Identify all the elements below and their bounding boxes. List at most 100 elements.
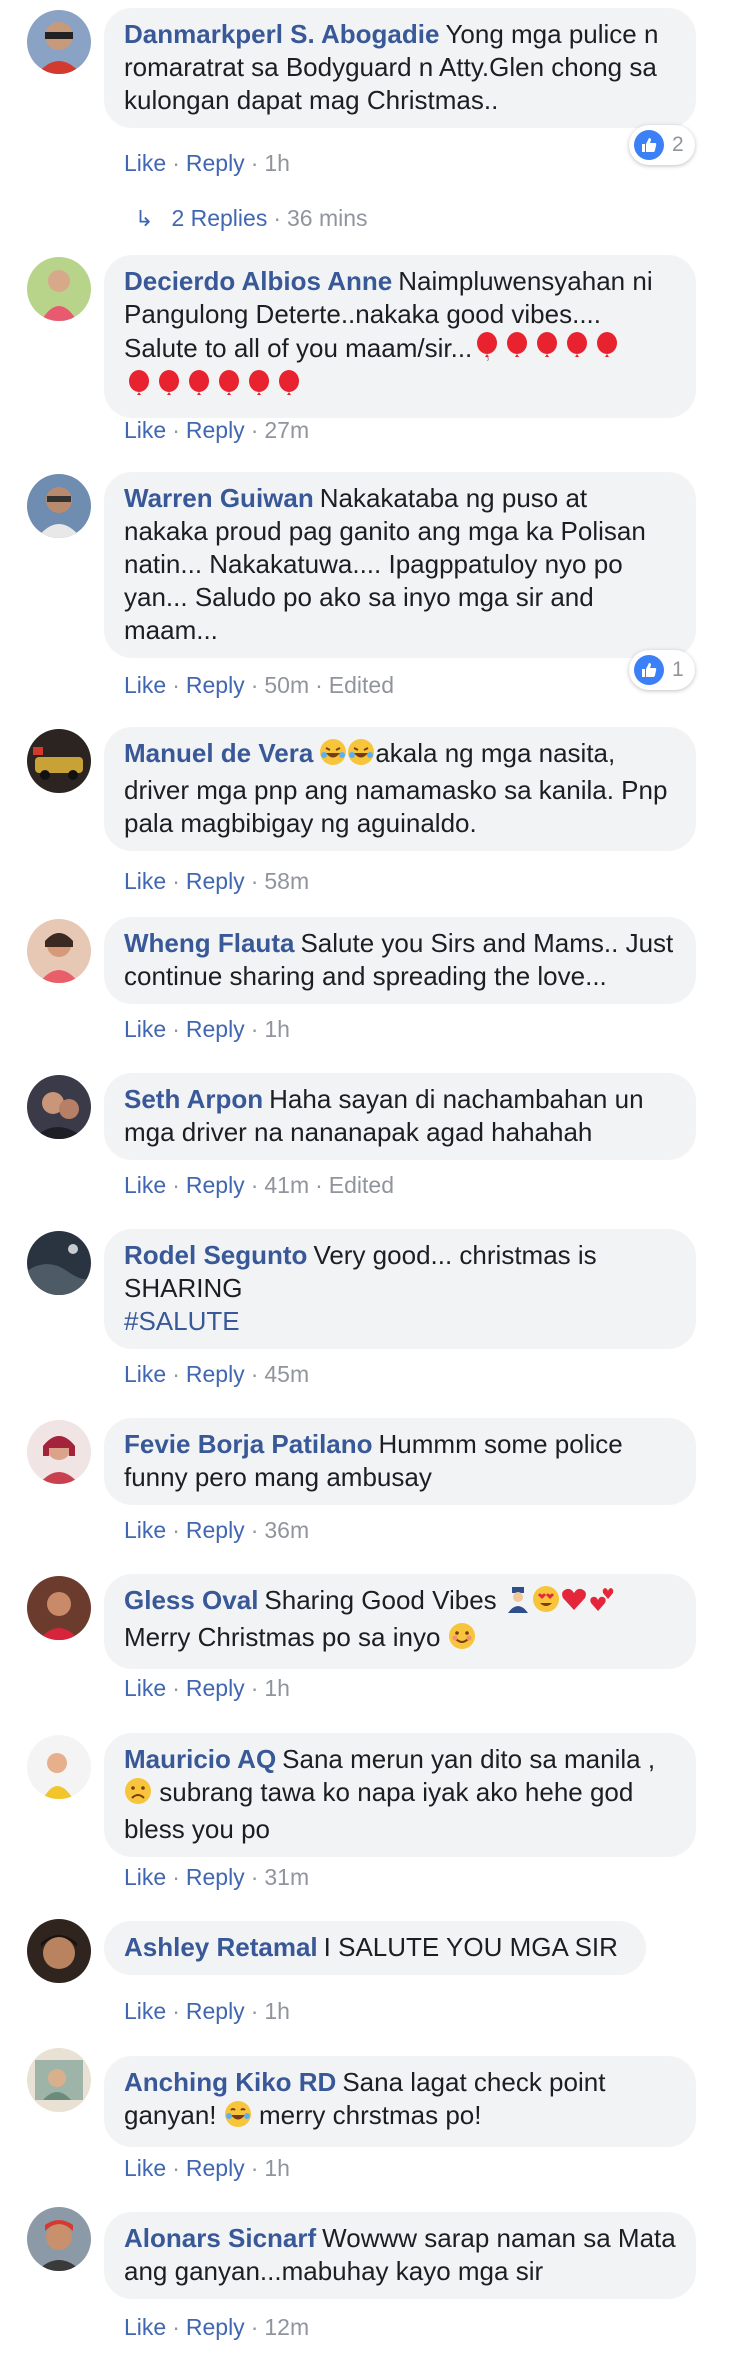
comment-bubble: Seth Arpon Haha sayan di nachambahan un m… (104, 1073, 696, 1160)
laughing-emoji-icon (347, 738, 375, 774)
comment-time[interactable]: 1h (264, 150, 290, 176)
comment-time[interactable]: 45m (264, 1361, 309, 1387)
balloon-icon (532, 331, 562, 369)
comment-author[interactable]: Alonars Sicnarf (124, 2223, 316, 2253)
comment-bubble: Anching Kiko RD Sana lagat check point ga… (104, 2056, 696, 2147)
avatar[interactable] (27, 1919, 91, 1983)
like-link[interactable]: Like (124, 1864, 166, 1890)
balloon-icon (472, 331, 502, 369)
like-link[interactable]: Like (124, 672, 166, 698)
balloon-icon (154, 369, 184, 407)
comment-time[interactable]: 36m (264, 1517, 309, 1543)
heart-eyes-icon (532, 1585, 560, 1621)
comment-actions: Like · Reply · 45m (124, 1361, 310, 1387)
avatar[interactable] (27, 257, 91, 321)
like-link[interactable]: Like (124, 1675, 166, 1701)
comment-bubble: Warren Guiwan Nakakataba ng puso at nakak… (104, 472, 696, 658)
edited-label[interactable]: Edited (329, 672, 394, 698)
avatar[interactable] (27, 2207, 91, 2271)
like-link[interactable]: Like (124, 1016, 166, 1042)
comment-bubble: Wheng Flauta Salute you Sirs and Mams.. J… (104, 917, 696, 1004)
reply-link[interactable]: Reply (186, 1864, 245, 1890)
like-link[interactable]: Like (124, 1517, 166, 1543)
hashtag-link[interactable]: #SALUTE (124, 1305, 676, 1338)
avatar[interactable] (27, 2048, 91, 2112)
comment-bubble: Ashley Retamal I SALUTE YOU MGA SIR (104, 1921, 646, 1975)
reaction-count[interactable]: 1 (629, 650, 695, 690)
balloon-icon (124, 369, 154, 407)
reply-link[interactable]: Reply (186, 868, 245, 894)
comment-bubble: Decierdo Albios Anne Naimpluwensyahan ni … (104, 255, 696, 418)
comment-author[interactable]: Seth Arpon (124, 1084, 263, 1114)
reply-link[interactable]: Reply (186, 1517, 245, 1543)
avatar[interactable] (27, 10, 91, 74)
edited-label[interactable]: Edited (329, 1172, 394, 1198)
avatar[interactable] (27, 1576, 91, 1640)
comment-actions: Like · Reply · 1h (124, 1998, 290, 2024)
balloon-icon (274, 369, 304, 407)
like-link[interactable]: Like (124, 1172, 166, 1198)
avatar[interactable] (27, 1420, 91, 1484)
avatar[interactable] (27, 1075, 91, 1139)
avatar[interactable] (27, 1231, 91, 1295)
comment-author[interactable]: Anching Kiko RD (124, 2067, 336, 2097)
comment-actions: Like · Reply · 1h (124, 2155, 290, 2181)
comment-author[interactable]: Wheng Flauta (124, 928, 294, 958)
comment-author[interactable]: Danmarkperl S. Abogadie (124, 19, 439, 49)
comment-time[interactable]: 12m (264, 2314, 309, 2340)
reaction-count[interactable]: 2 (629, 125, 695, 165)
like-link[interactable]: Like (124, 150, 166, 176)
comment-author[interactable]: Rodel Segunto (124, 1240, 307, 1270)
reply-link[interactable]: Reply (186, 1016, 245, 1042)
comment-actions: Like · Reply · 27m (124, 417, 310, 443)
reply-link[interactable]: Reply (186, 150, 245, 176)
view-replies[interactable]: ↳ 2 Replies · 36 mins (135, 205, 368, 232)
avatar[interactable] (27, 474, 91, 538)
reply-link[interactable]: Reply (186, 1172, 245, 1198)
comment-author[interactable]: Warren Guiwan (124, 483, 314, 513)
reply-link[interactable]: Reply (186, 1675, 245, 1701)
comment-text-line2: merry chrstmas po! (259, 2100, 482, 2130)
reply-link[interactable]: Reply (186, 417, 245, 443)
comment-time[interactable]: 1h (264, 1998, 290, 2024)
balloon-icon (184, 369, 214, 407)
like-link[interactable]: Like (124, 2314, 166, 2340)
comment-text-line2: Merry Christmas po sa inyo (124, 1622, 441, 1652)
like-link[interactable]: Like (124, 1361, 166, 1387)
comment-time[interactable]: 58m (264, 868, 309, 894)
avatar[interactable] (27, 729, 91, 793)
comment-author[interactable]: Decierdo Albios Anne (124, 266, 392, 296)
like-link[interactable]: Like (124, 868, 166, 894)
avatar[interactable] (27, 1735, 91, 1799)
comment-bubble: Mauricio AQ Sana merun yan dito sa manila… (104, 1733, 696, 1857)
comment-time[interactable]: 41m (264, 1172, 309, 1198)
reply-link[interactable]: Reply (186, 1998, 245, 2024)
comment-author[interactable]: Mauricio AQ (124, 1744, 276, 1774)
comment-bubble: Fevie Borja Patilano Hummm some police fu… (104, 1418, 696, 1505)
comment-author[interactable]: Manuel de Vera (124, 738, 313, 768)
reply-link[interactable]: Reply (186, 2314, 245, 2340)
like-link[interactable]: Like (124, 1998, 166, 2024)
comment-time[interactable]: 31m (264, 1864, 309, 1890)
reply-link[interactable]: Reply (186, 672, 245, 698)
replies-time: 36 mins (287, 205, 368, 231)
replies-link[interactable]: 2 Replies (171, 205, 267, 231)
reply-link[interactable]: Reply (186, 1361, 245, 1387)
avatar[interactable] (27, 919, 91, 983)
comment-time[interactable]: 50m (264, 672, 309, 698)
thumbs-up-icon (634, 655, 664, 685)
comment-bubble: Manuel de Vera akala ng mga nasita, drive… (104, 727, 696, 851)
comment-author[interactable]: Ashley Retamal (124, 1932, 318, 1962)
comment-author[interactable]: Fevie Borja Patilano (124, 1429, 373, 1459)
comment-author[interactable]: Gless Oval (124, 1585, 258, 1615)
comment-actions: Like · Reply · 1h (124, 1016, 290, 1042)
like-link[interactable]: Like (124, 417, 166, 443)
thumbs-up-icon (634, 130, 664, 160)
comment-time[interactable]: 27m (264, 417, 309, 443)
like-link[interactable]: Like (124, 2155, 166, 2181)
comment-time[interactable]: 1h (264, 1675, 290, 1701)
balloon-icon (244, 369, 274, 407)
reply-link[interactable]: Reply (186, 2155, 245, 2181)
comment-time[interactable]: 1h (264, 1016, 290, 1042)
comment-time[interactable]: 1h (264, 2155, 290, 2181)
